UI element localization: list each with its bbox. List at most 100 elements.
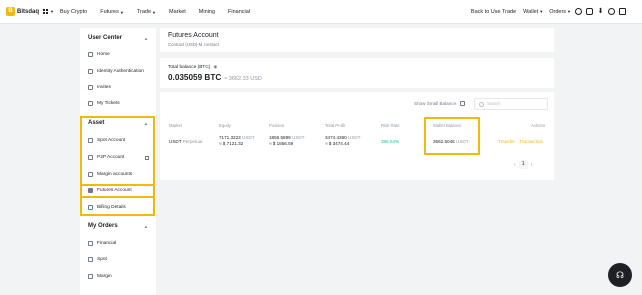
sidebar-item-margin[interactable]: Margin (88, 274, 112, 279)
nav-right: Back to Use Trade Wallet ▼ Orders ▼ ⬇ (471, 8, 626, 15)
chevron-up-icon[interactable]: ▲ (144, 36, 148, 41)
page-number[interactable]: 1 (518, 160, 528, 169)
sidebar-heading-user-center[interactable]: User Center (88, 35, 122, 41)
eye-icon[interactable]: ◉ (213, 64, 217, 70)
balance-usd: ≈ 3662.33 USD (224, 76, 262, 82)
transaction-link[interactable]: Transaction (519, 139, 543, 144)
nav-label: Futures (100, 9, 119, 15)
nav-financial[interactable]: Financial (228, 9, 250, 15)
asset-section-highlight (80, 116, 155, 216)
chevron-up-icon[interactable]: ▲ (144, 224, 148, 229)
balance-btc: 0.035059 BTC (168, 73, 222, 82)
top-navigation-bar: B Bitsdaq ▼ Buy Crypto Futures ▼ Trade ▼ M… (0, 0, 642, 24)
theme-toggle-icon[interactable] (619, 8, 626, 15)
pagination: ‹ 1 › (514, 160, 532, 169)
sidebar-item-label: Spot (97, 257, 107, 262)
sidebar-item-financial[interactable]: Financial (88, 241, 116, 246)
search-icon (479, 102, 484, 107)
main-nav: Buy Crypto Futures ▼ Trade ▼ Market Mining… (60, 9, 250, 15)
search-input[interactable]: Search (474, 98, 548, 110)
brand[interactable]: B Bitsdaq ▼ (6, 7, 54, 16)
sidebar-item-tickets[interactable]: My Tickets (88, 101, 120, 106)
id-card-icon (88, 69, 93, 74)
market-symbol: USDT (169, 139, 182, 144)
nav-label: Buy Crypto (60, 9, 88, 15)
col-risk-rate[interactable]: Risk Rate (381, 123, 400, 128)
transfer-link[interactable]: Transfer (498, 139, 515, 144)
nav-label: Mining (198, 9, 215, 15)
nav-label: Market (168, 9, 186, 15)
profit-value: 3474.4360 (325, 135, 347, 140)
balance-label: Total balance (BTC) (168, 64, 211, 70)
brand-name: Bitsdaq (17, 8, 40, 15)
sidebar-item-spot[interactable]: Spot (88, 257, 107, 262)
sidebar-item-label: Identity Authentication (97, 69, 144, 74)
ticket-icon (88, 101, 93, 106)
chevron-down-icon: ▼ (567, 9, 571, 14)
margin-icon (88, 274, 93, 279)
row-actions: Transfer Transaction (498, 139, 543, 145)
position-value: 1856.5899 (269, 135, 291, 140)
sidebar-item-label: Financial (97, 241, 117, 246)
page-subtitle: Contract (USD)-M contract (168, 42, 219, 47)
profit-unit: USDT (348, 135, 361, 140)
nav-label: Trade (136, 9, 152, 15)
wallet-menu[interactable]: Wallet (523, 9, 538, 15)
globe-icon[interactable] (608, 8, 615, 15)
equity-usd: ≈ $ 7121.32 (219, 141, 244, 146)
futures-account-highlight (80, 184, 155, 198)
sidebar-item-label: Invites (97, 85, 111, 90)
home-icon (88, 52, 93, 57)
row-position: 1856.5899 USDT ≈ $ 1856.59 (269, 135, 305, 147)
apps-grid-icon[interactable] (43, 8, 49, 15)
page-title: Futures Account (168, 32, 219, 39)
accounts-table-card: Show Small Balance Search Market Equity … (160, 92, 554, 180)
search-placeholder: Search (487, 101, 501, 106)
profit-usd: ≈ $ 3474.44 (325, 141, 350, 146)
financial-icon (88, 241, 93, 246)
row-profit: 3474.4360 USDT ≈ $ 3474.44 (325, 135, 361, 147)
col-total-profit[interactable]: Total Profit (325, 123, 345, 128)
nav-buy-crypto[interactable]: Buy Crypto (60, 9, 87, 15)
nav-market[interactable]: Market (169, 9, 186, 15)
back-to-trade-link[interactable]: Back to Use Trade (471, 9, 516, 15)
sidebar-item-label: Home (97, 52, 110, 57)
col-market: Market (169, 123, 183, 128)
sidebar-item-label: My Tickets (97, 101, 120, 106)
show-small-balance-toggle[interactable]: Show Small Balance (414, 101, 466, 106)
chevron-down-icon: ▼ (50, 9, 54, 14)
row-risk-rate: 386.54% (381, 139, 400, 144)
position-unit: USDT (292, 135, 305, 140)
bitsdaq-logo-icon: B (6, 7, 15, 16)
equity-unit: USDT (242, 135, 255, 140)
page-header-card: Futures Account Contract (USD)-M contrac… (160, 28, 554, 52)
checkbox-icon[interactable] (460, 101, 466, 106)
bell-icon[interactable] (586, 8, 593, 15)
sidebar-item-home[interactable]: Home (88, 52, 110, 57)
nav-label: Financial (228, 9, 251, 15)
chevron-down-icon: ▼ (152, 9, 156, 15)
download-icon[interactable]: ⬇ (597, 8, 604, 15)
user-icon[interactable] (575, 8, 582, 15)
balance-label-row: Total balance (BTC) ◉ (168, 64, 217, 70)
wallet-balance-highlight (424, 117, 480, 155)
position-usd: ≈ $ 1856.59 (269, 141, 294, 146)
col-equity[interactable]: Equity (219, 123, 231, 128)
row-market: USDT Perpetual (169, 139, 202, 145)
col-position[interactable]: Position (269, 123, 284, 128)
sidebar-item-identity[interactable]: Identity Authentication (88, 69, 144, 74)
row-equity: 7171.3223 USDT ≈ $ 7121.32 (219, 135, 255, 147)
market-type: Perpetual (182, 139, 203, 144)
nav-mining[interactable]: Mining (199, 9, 215, 15)
prev-page-icon[interactable]: ‹ (514, 162, 516, 168)
nav-trade[interactable]: Trade ▼ (137, 9, 156, 15)
balance-card: Total balance (BTC) ◉ 0.035059 BTC ≈ 366… (160, 58, 554, 88)
equity-value: 7171.3223 (219, 135, 241, 140)
sidebar-item-invites[interactable]: Invites (88, 85, 111, 90)
next-page-icon[interactable]: › (531, 162, 533, 168)
sidebar-heading-my-orders[interactable]: My Orders (88, 223, 118, 229)
nav-futures[interactable]: Futures ▼ (100, 9, 124, 15)
orders-menu[interactable]: Orders (549, 9, 566, 15)
headset-support-icon[interactable]: ☊ (608, 263, 632, 287)
spot-icon (88, 257, 93, 262)
